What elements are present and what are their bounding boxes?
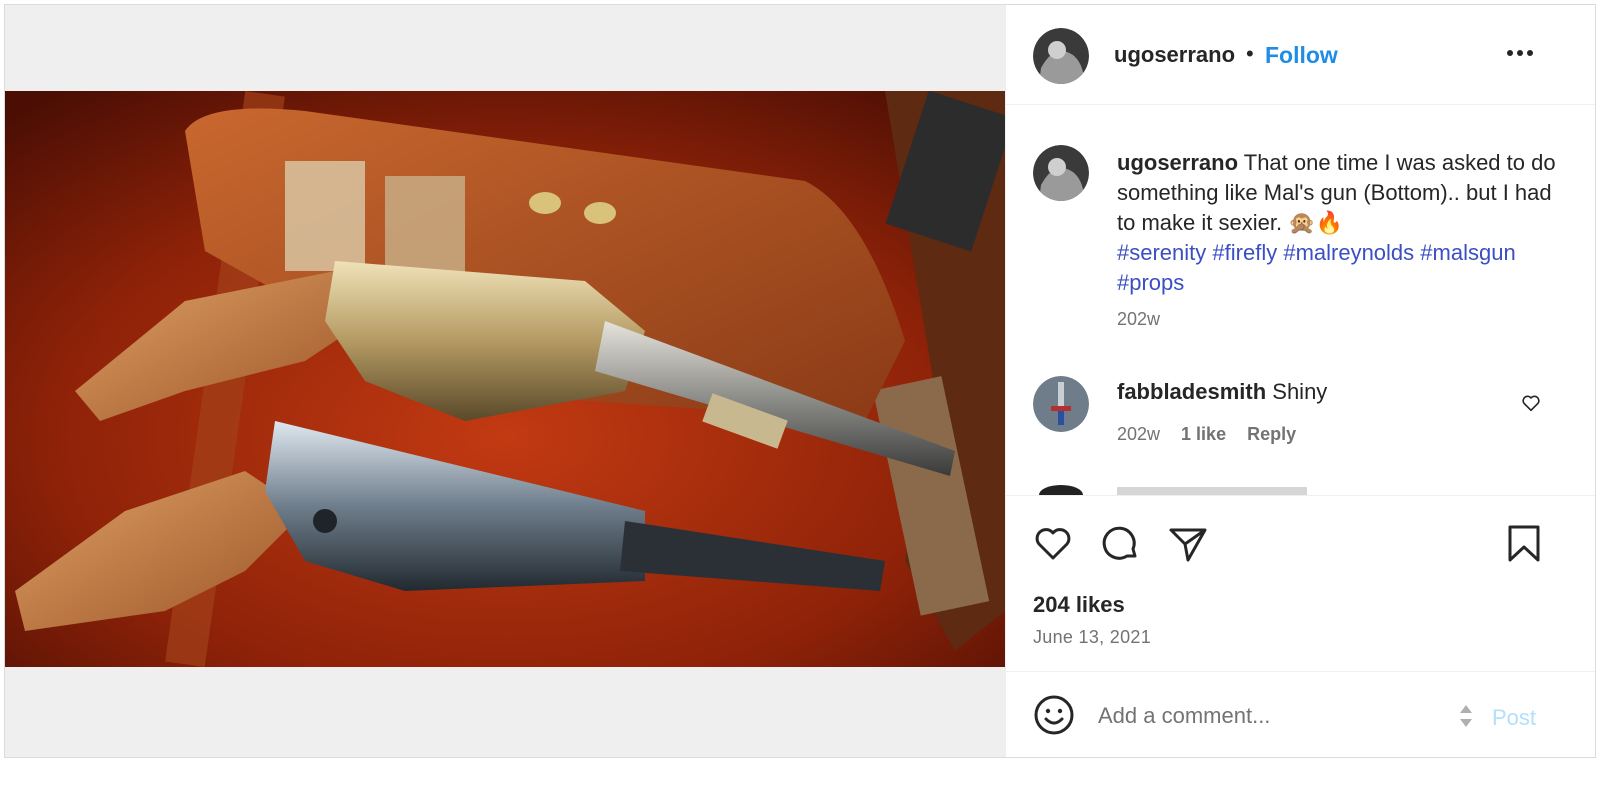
hashtag[interactable]: #malreynolds — [1283, 240, 1414, 265]
author-avatar[interactable] — [1033, 28, 1089, 84]
follow-button[interactable]: Follow — [1265, 42, 1338, 69]
more-horizontal-icon[interactable] — [1502, 35, 1538, 71]
caption-avatar[interactable] — [1033, 145, 1089, 201]
comment-body: Shiny — [1272, 379, 1328, 404]
resize-handle-icon[interactable] — [1456, 702, 1476, 730]
caption-timestamp[interactable]: 202w — [1117, 309, 1160, 330]
post-side-panel: ugoserrano • Follow ugoserrano That one … — [1005, 5, 1595, 757]
comment-input[interactable] — [1098, 698, 1438, 734]
caption-text: ugoserrano That one time I was asked to … — [1117, 148, 1567, 298]
post-dialog: ugoserrano • Follow ugoserrano That one … — [4, 4, 1596, 758]
post-button[interactable]: Post — [1492, 705, 1536, 731]
emoji-icon[interactable] — [1033, 694, 1075, 736]
hashtag[interactable]: #firefly — [1212, 240, 1277, 265]
comment-meta: 202w 1 like Reply — [1117, 424, 1312, 445]
bookmark-icon[interactable] — [1502, 522, 1546, 566]
heart-icon[interactable] — [1520, 392, 1542, 414]
comment-username[interactable]: fabbladesmith — [1117, 379, 1266, 404]
media-pane — [5, 5, 1005, 757]
comment-bar: Post — [1006, 671, 1595, 757]
comment-likes[interactable]: 1 like — [1181, 424, 1226, 444]
reply-button[interactable]: Reply — [1247, 424, 1296, 444]
likes-count[interactable]: 204 likes — [1033, 592, 1125, 618]
hashtag[interactable]: #props — [1117, 270, 1184, 295]
heart-icon[interactable] — [1031, 522, 1075, 566]
hashtag-list: #serenity #firefly #malreynolds #malsgun… — [1117, 240, 1516, 295]
post-header: ugoserrano • Follow — [1006, 5, 1595, 105]
post-actions: 204 likes June 13, 2021 — [1006, 495, 1595, 671]
clipped-comment-avatar — [1039, 485, 1307, 495]
separator-dot: • — [1246, 41, 1254, 66]
hashtag[interactable]: #serenity — [1117, 240, 1206, 265]
comment-next-clipped — [1006, 481, 1595, 495]
comment-text: fabbladesmith Shiny — [1117, 379, 1327, 405]
comment-icon[interactable] — [1098, 522, 1142, 566]
post-date[interactable]: June 13, 2021 — [1033, 627, 1151, 648]
caption-username[interactable]: ugoserrano — [1117, 150, 1238, 175]
hashtag[interactable]: #malsgun — [1420, 240, 1515, 265]
post-photo[interactable] — [5, 91, 1005, 667]
share-icon[interactable] — [1166, 522, 1210, 566]
commenter-avatar[interactable] — [1033, 376, 1089, 432]
comment-timestamp[interactable]: 202w — [1117, 424, 1160, 444]
author-username[interactable]: ugoserrano — [1114, 42, 1235, 68]
